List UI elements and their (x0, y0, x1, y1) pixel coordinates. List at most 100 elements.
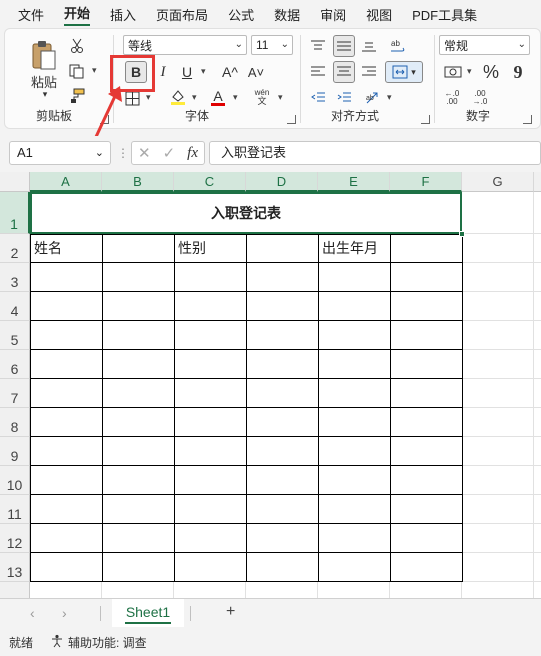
insert-function-button[interactable]: fx (187, 145, 198, 162)
tab-insert[interactable]: 插入 (110, 5, 136, 24)
decrease-decimal-button[interactable]: .00 →.0 (469, 87, 491, 109)
cell-f9[interactable] (391, 437, 463, 466)
phonetic-dropdown-icon[interactable]: ▾ (278, 92, 283, 103)
cell-d7[interactable] (247, 379, 319, 408)
cell-f7[interactable] (391, 379, 463, 408)
tab-page-layout[interactable]: 页面布局 (156, 5, 208, 24)
cell-e11[interactable] (319, 495, 391, 524)
cell-f4[interactable] (391, 292, 463, 321)
increase-font-size-button[interactable]: A^ (219, 61, 241, 83)
cell-c5[interactable] (175, 321, 247, 350)
row-header-14[interactable]: 14 (0, 582, 30, 598)
cancel-icon[interactable]: ✕ (138, 144, 151, 162)
cell-f8[interactable] (391, 408, 463, 437)
cell-b3[interactable] (103, 263, 175, 292)
cell-c7[interactable] (175, 379, 247, 408)
decrease-font-size-button[interactable]: A˅ (245, 61, 267, 83)
enter-icon[interactable]: ✓ (163, 144, 176, 162)
accessibility-status[interactable]: 辅助功能: 调查 (68, 634, 147, 651)
alignment-launcher-icon[interactable] (421, 115, 430, 124)
cell-a12[interactable] (31, 524, 103, 553)
cell-d5[interactable] (247, 321, 319, 350)
row-header-8[interactable]: 8 (0, 408, 30, 437)
row-header-2[interactable]: 2 (0, 234, 30, 263)
tab-home[interactable]: 开始 (64, 3, 91, 26)
cell-a9[interactable] (31, 437, 103, 466)
comma-style-button[interactable]: 9 (508, 61, 528, 83)
cell-a2[interactable]: 姓名 (31, 234, 103, 263)
cell-a4[interactable] (31, 292, 103, 321)
cell-d2[interactable] (247, 234, 319, 263)
cell-b6[interactable] (103, 350, 175, 379)
merge-center-icon[interactable]: ▾ (385, 61, 423, 83)
cell-c2[interactable]: 性别 (175, 234, 247, 263)
copy-icon[interactable] (67, 62, 87, 80)
paste-icon[interactable] (27, 37, 61, 73)
cut-icon[interactable] (67, 37, 87, 55)
cell-d11[interactable] (247, 495, 319, 524)
increase-indent-icon[interactable] (335, 89, 353, 107)
cell-b4[interactable] (103, 292, 175, 321)
cell-c4[interactable] (175, 292, 247, 321)
fill-handle[interactable] (459, 231, 465, 237)
wrap-text-icon[interactable]: ab (387, 35, 409, 57)
column-header-a[interactable]: A (30, 172, 102, 192)
tab-view[interactable]: 视图 (366, 5, 392, 24)
sheet-tab-sheet1[interactable]: Sheet1 (112, 599, 184, 627)
cell-c6[interactable] (175, 350, 247, 379)
accessibility-icon[interactable] (50, 634, 64, 651)
orientation-icon[interactable]: ab (363, 89, 383, 107)
cell-c10[interactable] (175, 466, 247, 495)
tab-pdf-tools[interactable]: PDF工具集 (412, 5, 477, 24)
cell-b12[interactable] (103, 524, 175, 553)
cell-f13[interactable] (391, 553, 463, 582)
cell-a1-title[interactable]: 入职登记表 (30, 192, 462, 234)
column-header-f[interactable]: F (390, 172, 462, 192)
name-box[interactable]: A1 ⌄ (9, 141, 111, 165)
tab-formulas[interactable]: 公式 (228, 5, 254, 24)
cell-e4[interactable] (319, 292, 391, 321)
cell-b11[interactable] (103, 495, 175, 524)
font-size-select[interactable]: 11 ⌄ (251, 35, 293, 55)
cell-f2[interactable] (391, 234, 463, 263)
cell-f3[interactable] (391, 263, 463, 292)
column-header-d[interactable]: D (246, 172, 318, 192)
cell-b2[interactable] (103, 234, 175, 263)
underline-button[interactable]: U (177, 61, 197, 83)
cell-f6[interactable] (391, 350, 463, 379)
align-center-icon[interactable] (333, 61, 355, 83)
cell-c8[interactable] (175, 408, 247, 437)
cell-e6[interactable] (319, 350, 391, 379)
paste-button[interactable]: 粘贴 (27, 73, 61, 90)
italic-button[interactable]: I (153, 61, 173, 83)
cell-e10[interactable] (319, 466, 391, 495)
cell-b9[interactable] (103, 437, 175, 466)
align-left-icon[interactable] (309, 63, 327, 81)
cell-a3[interactable] (31, 263, 103, 292)
cell-c3[interactable] (175, 263, 247, 292)
phonetic-icon[interactable]: wén 文 (251, 87, 273, 107)
borders-dropdown-icon[interactable]: ▾ (146, 92, 151, 103)
orientation-dropdown-icon[interactable]: ▾ (387, 92, 392, 103)
column-header-h[interactable] (534, 172, 541, 192)
cell-f5[interactable] (391, 321, 463, 350)
cell-a13[interactable] (31, 553, 103, 582)
row-header-7[interactable]: 7 (0, 379, 30, 408)
formula-input[interactable]: 入职登记表 (209, 141, 541, 165)
cell-b10[interactable] (103, 466, 175, 495)
cell-e5[interactable] (319, 321, 391, 350)
currency-icon[interactable] (441, 62, 465, 82)
font-color-icon[interactable]: A (209, 87, 227, 107)
cell-f11[interactable] (391, 495, 463, 524)
cell-c9[interactable] (175, 437, 247, 466)
cell-e9[interactable] (319, 437, 391, 466)
column-header-e[interactable]: E (318, 172, 390, 192)
cell-d12[interactable] (247, 524, 319, 553)
cell-d4[interactable] (247, 292, 319, 321)
cell-e7[interactable] (319, 379, 391, 408)
tab-file[interactable]: 文件 (18, 5, 44, 24)
cell-d8[interactable] (247, 408, 319, 437)
row-header-6[interactable]: 6 (0, 350, 30, 379)
fill-color-dropdown-icon[interactable]: ▾ (192, 92, 197, 103)
font-launcher-icon[interactable] (287, 115, 296, 124)
